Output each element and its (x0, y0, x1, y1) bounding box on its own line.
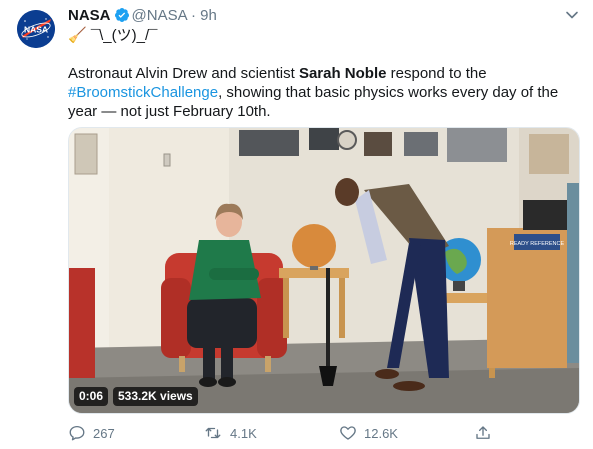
heart-icon (339, 424, 357, 442)
chevron-down-icon[interactable] (565, 8, 579, 27)
video-frame: READY REFERENCE (69, 128, 579, 413)
video-duration-badge: 0:06 (74, 387, 109, 406)
video-views-badge: 533.2K views (113, 387, 198, 406)
hashtag-link[interactable]: #BroomstickChallenge (68, 84, 218, 101)
mention-sarah-noble: Sarah Noble (298, 65, 387, 82)
retweet-button[interactable]: 4.1K (203, 424, 257, 442)
verified-badge-icon (114, 7, 130, 28)
video-player[interactable]: READY REFERENCE (68, 127, 580, 414)
nasa-logo-icon: NASA (17, 10, 55, 48)
nasa-avatar[interactable]: NASA (17, 10, 55, 48)
share-icon (474, 424, 492, 442)
text-segment: respond to the (386, 65, 487, 82)
retweet-icon (203, 424, 223, 442)
author-name[interactable]: NASA (68, 7, 111, 24)
tweet-text: Astronaut Alvin Drew and scientist Sarah… (68, 64, 568, 121)
reply-icon (68, 424, 86, 442)
share-button[interactable] (474, 424, 492, 442)
text-segment: Astronaut Alvin Drew and scientist (68, 65, 299, 82)
timestamp[interactable]: 9h (200, 7, 217, 24)
emoji-shrug-line: 🧹 ¯\_(ツ)_/¯ (68, 27, 158, 44)
retweet-count: 4.1K (230, 425, 257, 441)
reply-button[interactable]: 267 (68, 424, 115, 442)
tweet-header: NASA @NASA · 9h (68, 7, 217, 28)
author-handle[interactable]: @NASA (132, 7, 187, 24)
logo-lettering: NASA (24, 25, 48, 35)
like-count: 12.6K (364, 425, 398, 441)
reference-sign-text: READY REFERENCE (510, 241, 565, 247)
reply-count: 267 (93, 425, 115, 441)
tweet-actions: 267 4.1K 12.6K (68, 424, 508, 444)
like-button[interactable]: 12.6K (339, 424, 398, 442)
